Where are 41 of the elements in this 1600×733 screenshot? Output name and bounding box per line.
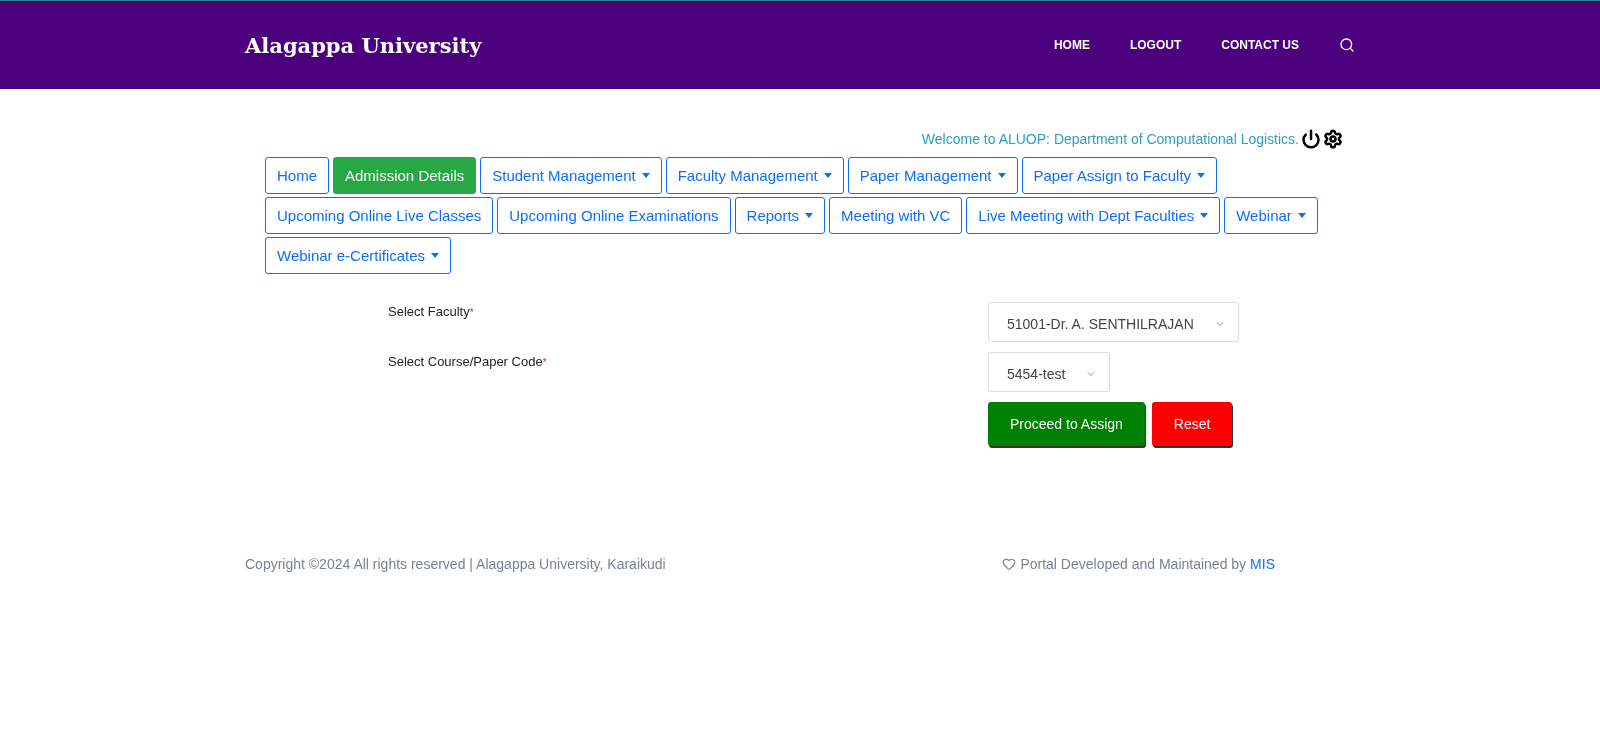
caret-icon <box>431 253 440 258</box>
caret-icon <box>823 173 832 178</box>
caret-icon <box>641 173 650 178</box>
menu-tab[interactable]: Faculty Management <box>665 157 844 194</box>
menu-tab[interactable]: Admission Details <box>333 157 477 194</box>
menu-tab[interactable]: Webinar e-Certificates <box>265 237 452 274</box>
credit-text: Portal Developed and Maintained by <box>1020 556 1247 572</box>
menu-tab[interactable]: Paper Management <box>847 157 1018 194</box>
menu-tab[interactable]: Paper Assign to Faculty <box>1021 157 1218 194</box>
menu-tab[interactable]: Live Meeting with Dept Faculties <box>966 197 1221 234</box>
caret-icon <box>997 173 1006 178</box>
brand-title: Alagappa University <box>245 32 482 58</box>
required-mark: * <box>469 307 474 318</box>
nav-link[interactable]: CONTACT US <box>1221 38 1299 52</box>
power-icon[interactable] <box>1301 129 1321 149</box>
caret-icon <box>1197 173 1206 178</box>
field-label: Select Faculty <box>388 303 470 319</box>
select-field[interactable]: 5454-test <box>988 352 1111 392</box>
action-button[interactable]: Proceed to Assign <box>988 402 1145 446</box>
search-icon[interactable] <box>1339 37 1355 53</box>
menu-tab[interactable]: Reports <box>734 197 826 234</box>
settings-icon[interactable] <box>1323 129 1343 149</box>
menu-tab[interactable]: Upcoming Online Examinations <box>497 197 731 234</box>
nav-link[interactable]: LOGOUT <box>1129 38 1182 52</box>
action-button[interactable]: Reset <box>1151 402 1233 446</box>
menu-tab[interactable]: Webinar <box>1224 197 1318 234</box>
menu-tab[interactable]: Upcoming Online Live Classes <box>265 197 494 234</box>
heart-icon <box>1002 557 1017 571</box>
required-mark: * <box>542 357 547 368</box>
welcome-text: Welcome to ALUOP: Department of Computational Logistics. <box>921 131 1299 147</box>
menu-tab[interactable]: Student Management <box>480 157 662 194</box>
field-label: Select Course/Paper Code <box>388 353 543 369</box>
menu-tab[interactable]: Home <box>265 157 329 194</box>
select-field[interactable]: 51001-Dr. A. SENTHILRAJAN <box>988 302 1239 342</box>
caret-icon <box>1200 213 1209 218</box>
caret-icon <box>1297 213 1306 218</box>
copyright-text: Copyright ©2024 All rights reserved | Alagappa University, Karaikudi <box>245 556 666 572</box>
credit-link[interactable]: MIS <box>1250 556 1275 572</box>
menu-tab[interactable]: Meeting with VC <box>829 197 963 234</box>
nav-link[interactable]: HOME <box>1053 38 1090 52</box>
caret-icon <box>805 213 814 218</box>
